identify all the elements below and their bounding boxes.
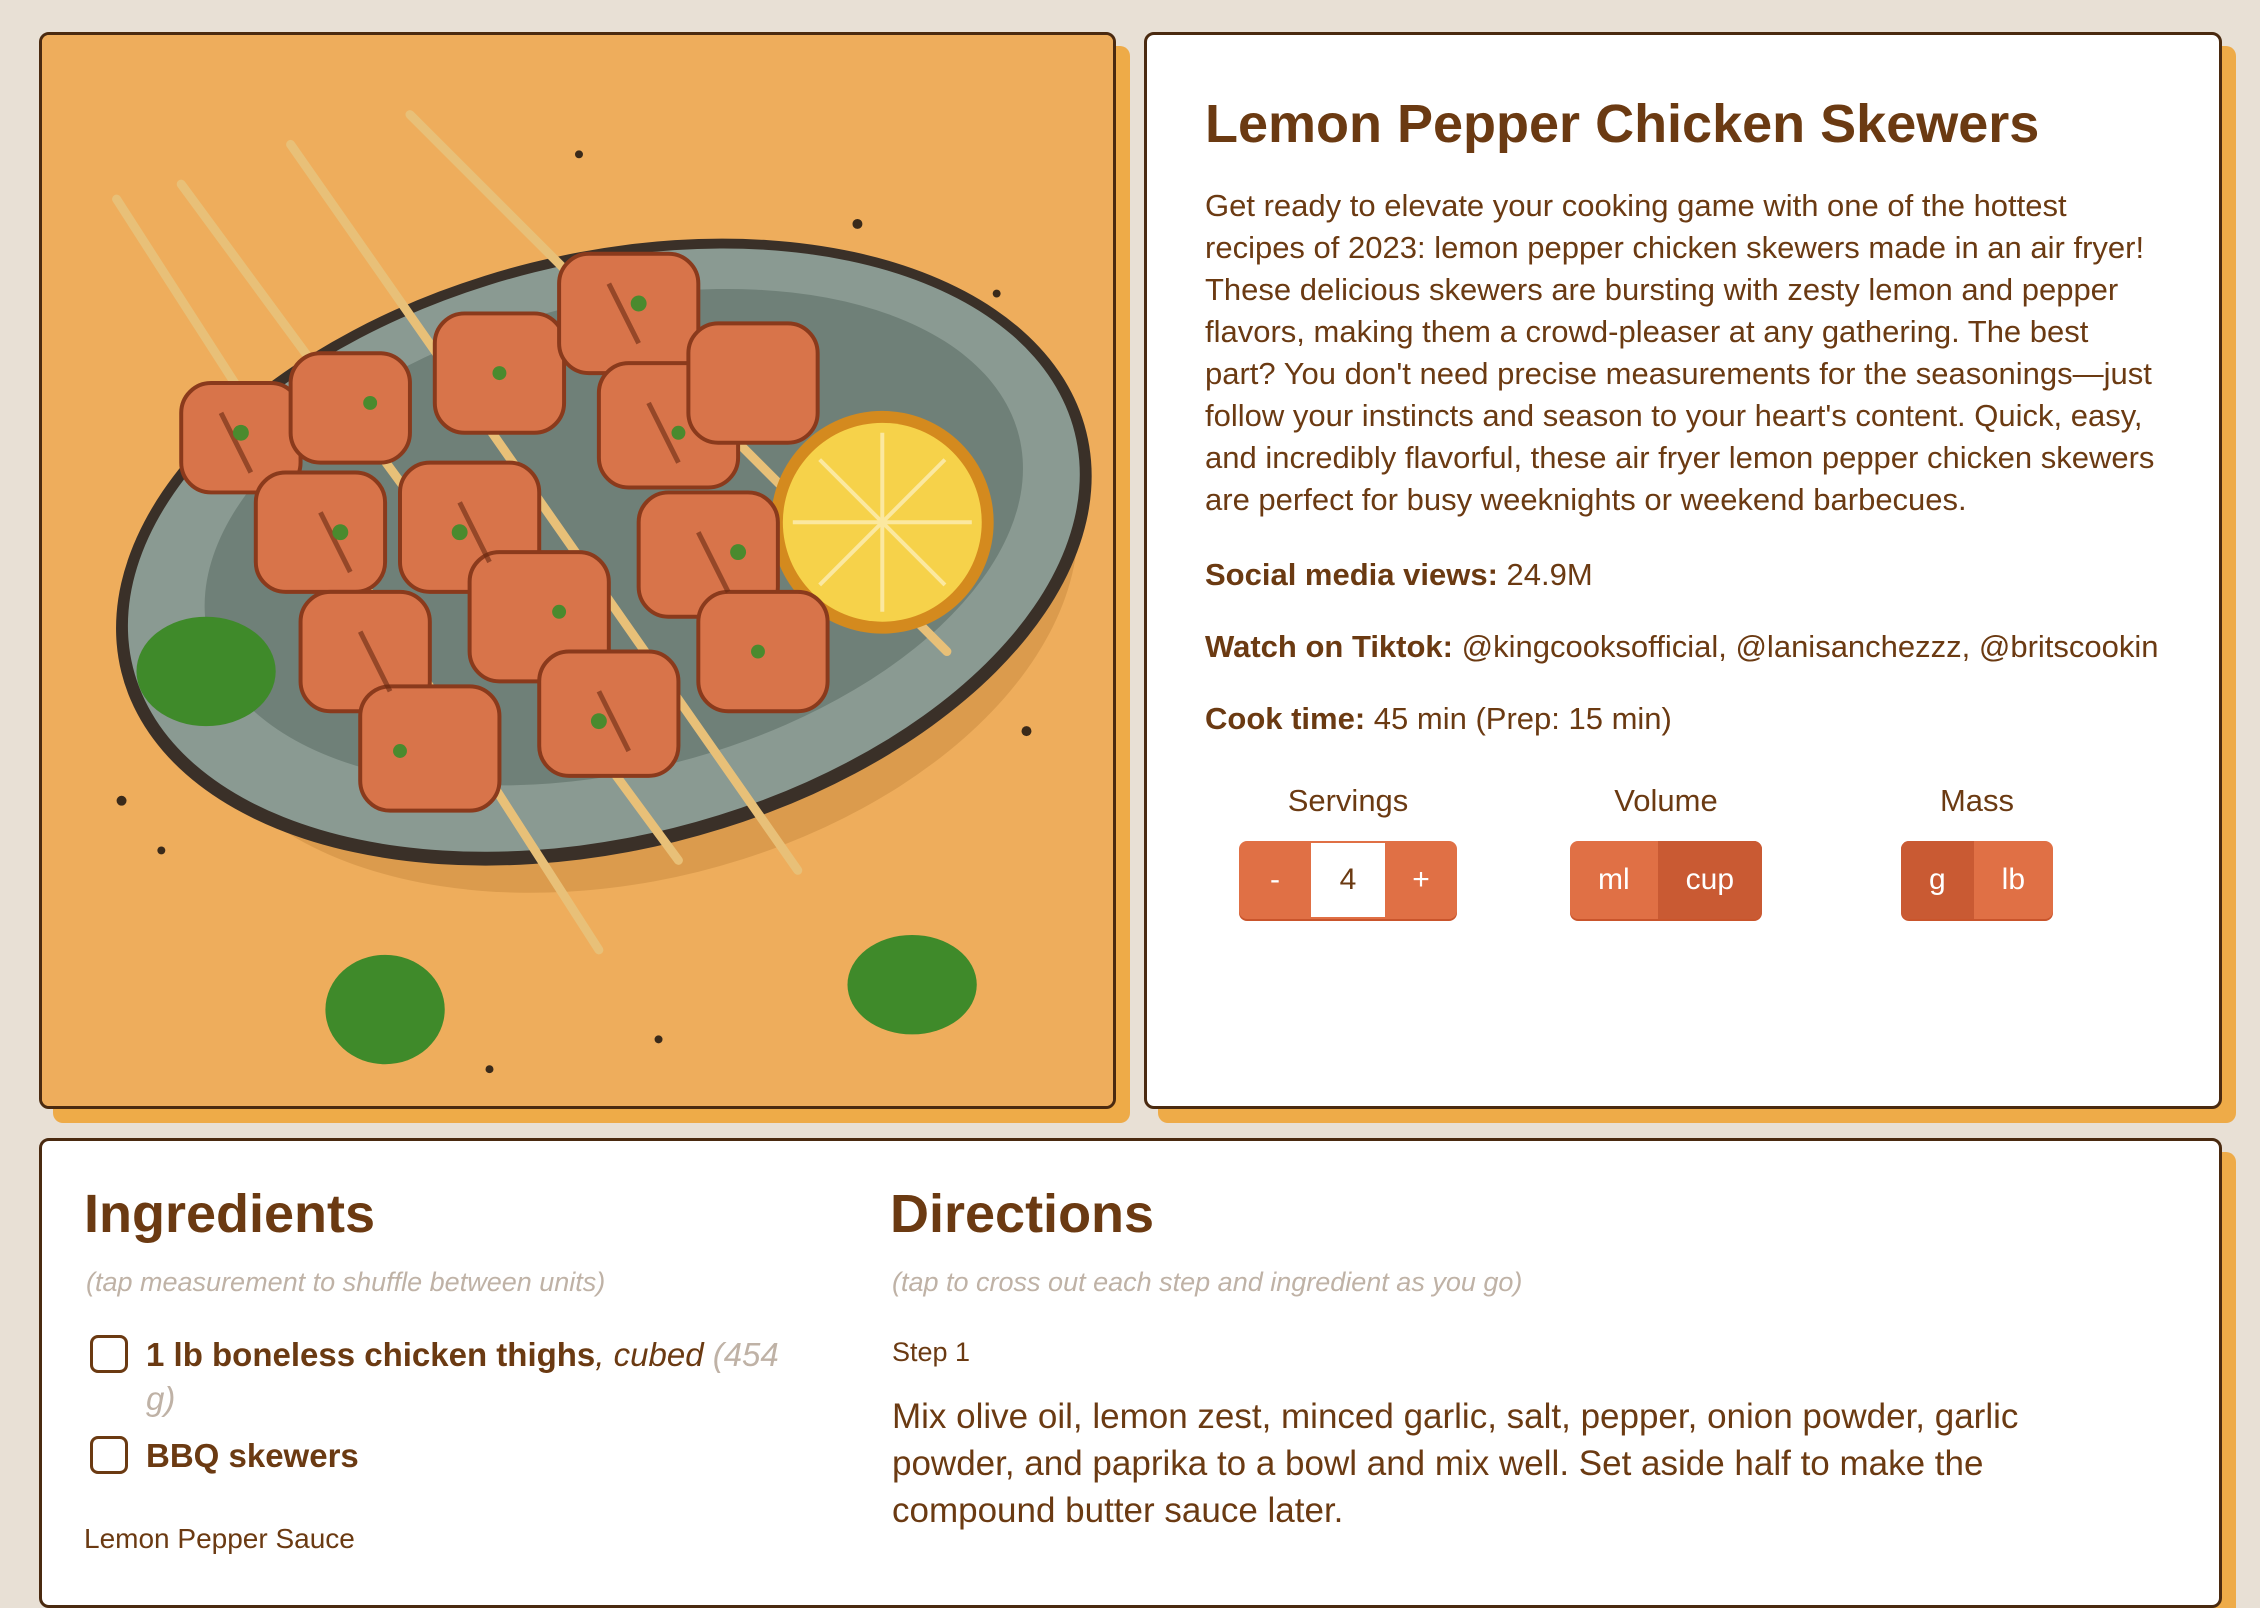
- directions-hint: (tap to cross out each step and ingredie…: [892, 1267, 1523, 1297]
- servings-label: Servings: [1287, 783, 1409, 818]
- mass-lb-button[interactable]: lb: [1974, 841, 2053, 919]
- step-text[interactable]: Mix olive oil, lemon zest, minced garlic…: [892, 1393, 2142, 1534]
- cook-time: Cook time: 45 min (Prep: 15 min): [1205, 699, 2161, 739]
- mass-label: Mass: [1939, 783, 2015, 818]
- tiktok-label: Watch on Tiktok:: [1205, 629, 1453, 664]
- chicken-skewers-illustration: [42, 35, 1113, 1106]
- step-label: Step 1: [892, 1337, 971, 1367]
- ingredient-subheading: Lemon Pepper Sauce: [84, 1523, 355, 1554]
- ingredient-item[interactable]: BBQ skewers: [90, 1434, 359, 1478]
- recipe-info-card: Lemon Pepper Chicken Skewers Get ready t…: [1144, 32, 2222, 1109]
- tiktok-value: @kingcooksofficial, @lanisanchezzz, @bri…: [1453, 629, 2159, 664]
- mass-control: Mass g lb: [1895, 781, 2059, 919]
- volume-control: Volume ml cup: [1563, 781, 1769, 919]
- volume-cup-button[interactable]: cup: [1657, 841, 1763, 919]
- ingredient-text: BBQ skewers: [146, 1434, 359, 1478]
- ingredients-heading: Ingredients: [84, 1184, 376, 1244]
- social-views-label: Social media views:: [1205, 557, 1498, 592]
- ingredient-checkbox[interactable]: [90, 1335, 128, 1373]
- ingredient-item[interactable]: 1 lb boneless chicken thighs, cubed (454…: [90, 1333, 810, 1421]
- unit-controls: Servings - 4 + Volume ml cup Mass g lb: [1205, 781, 2161, 921]
- recipe-details-card: Ingredients (tap measurement to shuffle …: [39, 1138, 2222, 1608]
- tiktok-accounts: Watch on Tiktok: @kingcooksofficial, @la…: [1205, 627, 2161, 667]
- cook-time-label: Cook time:: [1205, 701, 1366, 736]
- servings-control: Servings - 4 +: [1235, 781, 1461, 919]
- servings-stepper: - 4 +: [1239, 841, 1457, 919]
- recipe-description: Get ready to elevate your cooking game w…: [1205, 188, 2155, 517]
- mass-toggle: g lb: [1900, 841, 2054, 919]
- recipe-title: Lemon Pepper Chicken Skewers: [1205, 94, 2040, 154]
- ingredient-text: 1 lb boneless chicken thighs, cubed (454…: [146, 1333, 810, 1421]
- servings-increase-button[interactable]: +: [1385, 841, 1457, 919]
- volume-toggle: ml cup: [1569, 841, 1763, 919]
- ingredient-note: , cubed: [595, 1336, 704, 1373]
- recipe-image: [39, 32, 1116, 1109]
- social-views-value: 24.9M: [1497, 557, 1593, 592]
- ingredient-name: BBQ skewers: [146, 1437, 359, 1474]
- volume-label: Volume: [1614, 783, 1718, 818]
- ingredient-checkbox[interactable]: [90, 1436, 128, 1474]
- ingredient-name: 1 lb boneless chicken thighs: [146, 1336, 596, 1373]
- ingredients-hint: (tap measurement to shuffle between unit…: [86, 1267, 606, 1297]
- directions-heading: Directions: [890, 1184, 1155, 1244]
- volume-ml-button[interactable]: ml: [1570, 841, 1658, 919]
- servings-value[interactable]: 4: [1311, 841, 1385, 919]
- cook-time-value: 45 min (Prep: 15 min): [1365, 701, 1672, 736]
- servings-decrease-button[interactable]: -: [1239, 841, 1311, 919]
- mass-g-button[interactable]: g: [1900, 841, 1974, 919]
- social-views: Social media views: 24.9M: [1205, 555, 2161, 595]
